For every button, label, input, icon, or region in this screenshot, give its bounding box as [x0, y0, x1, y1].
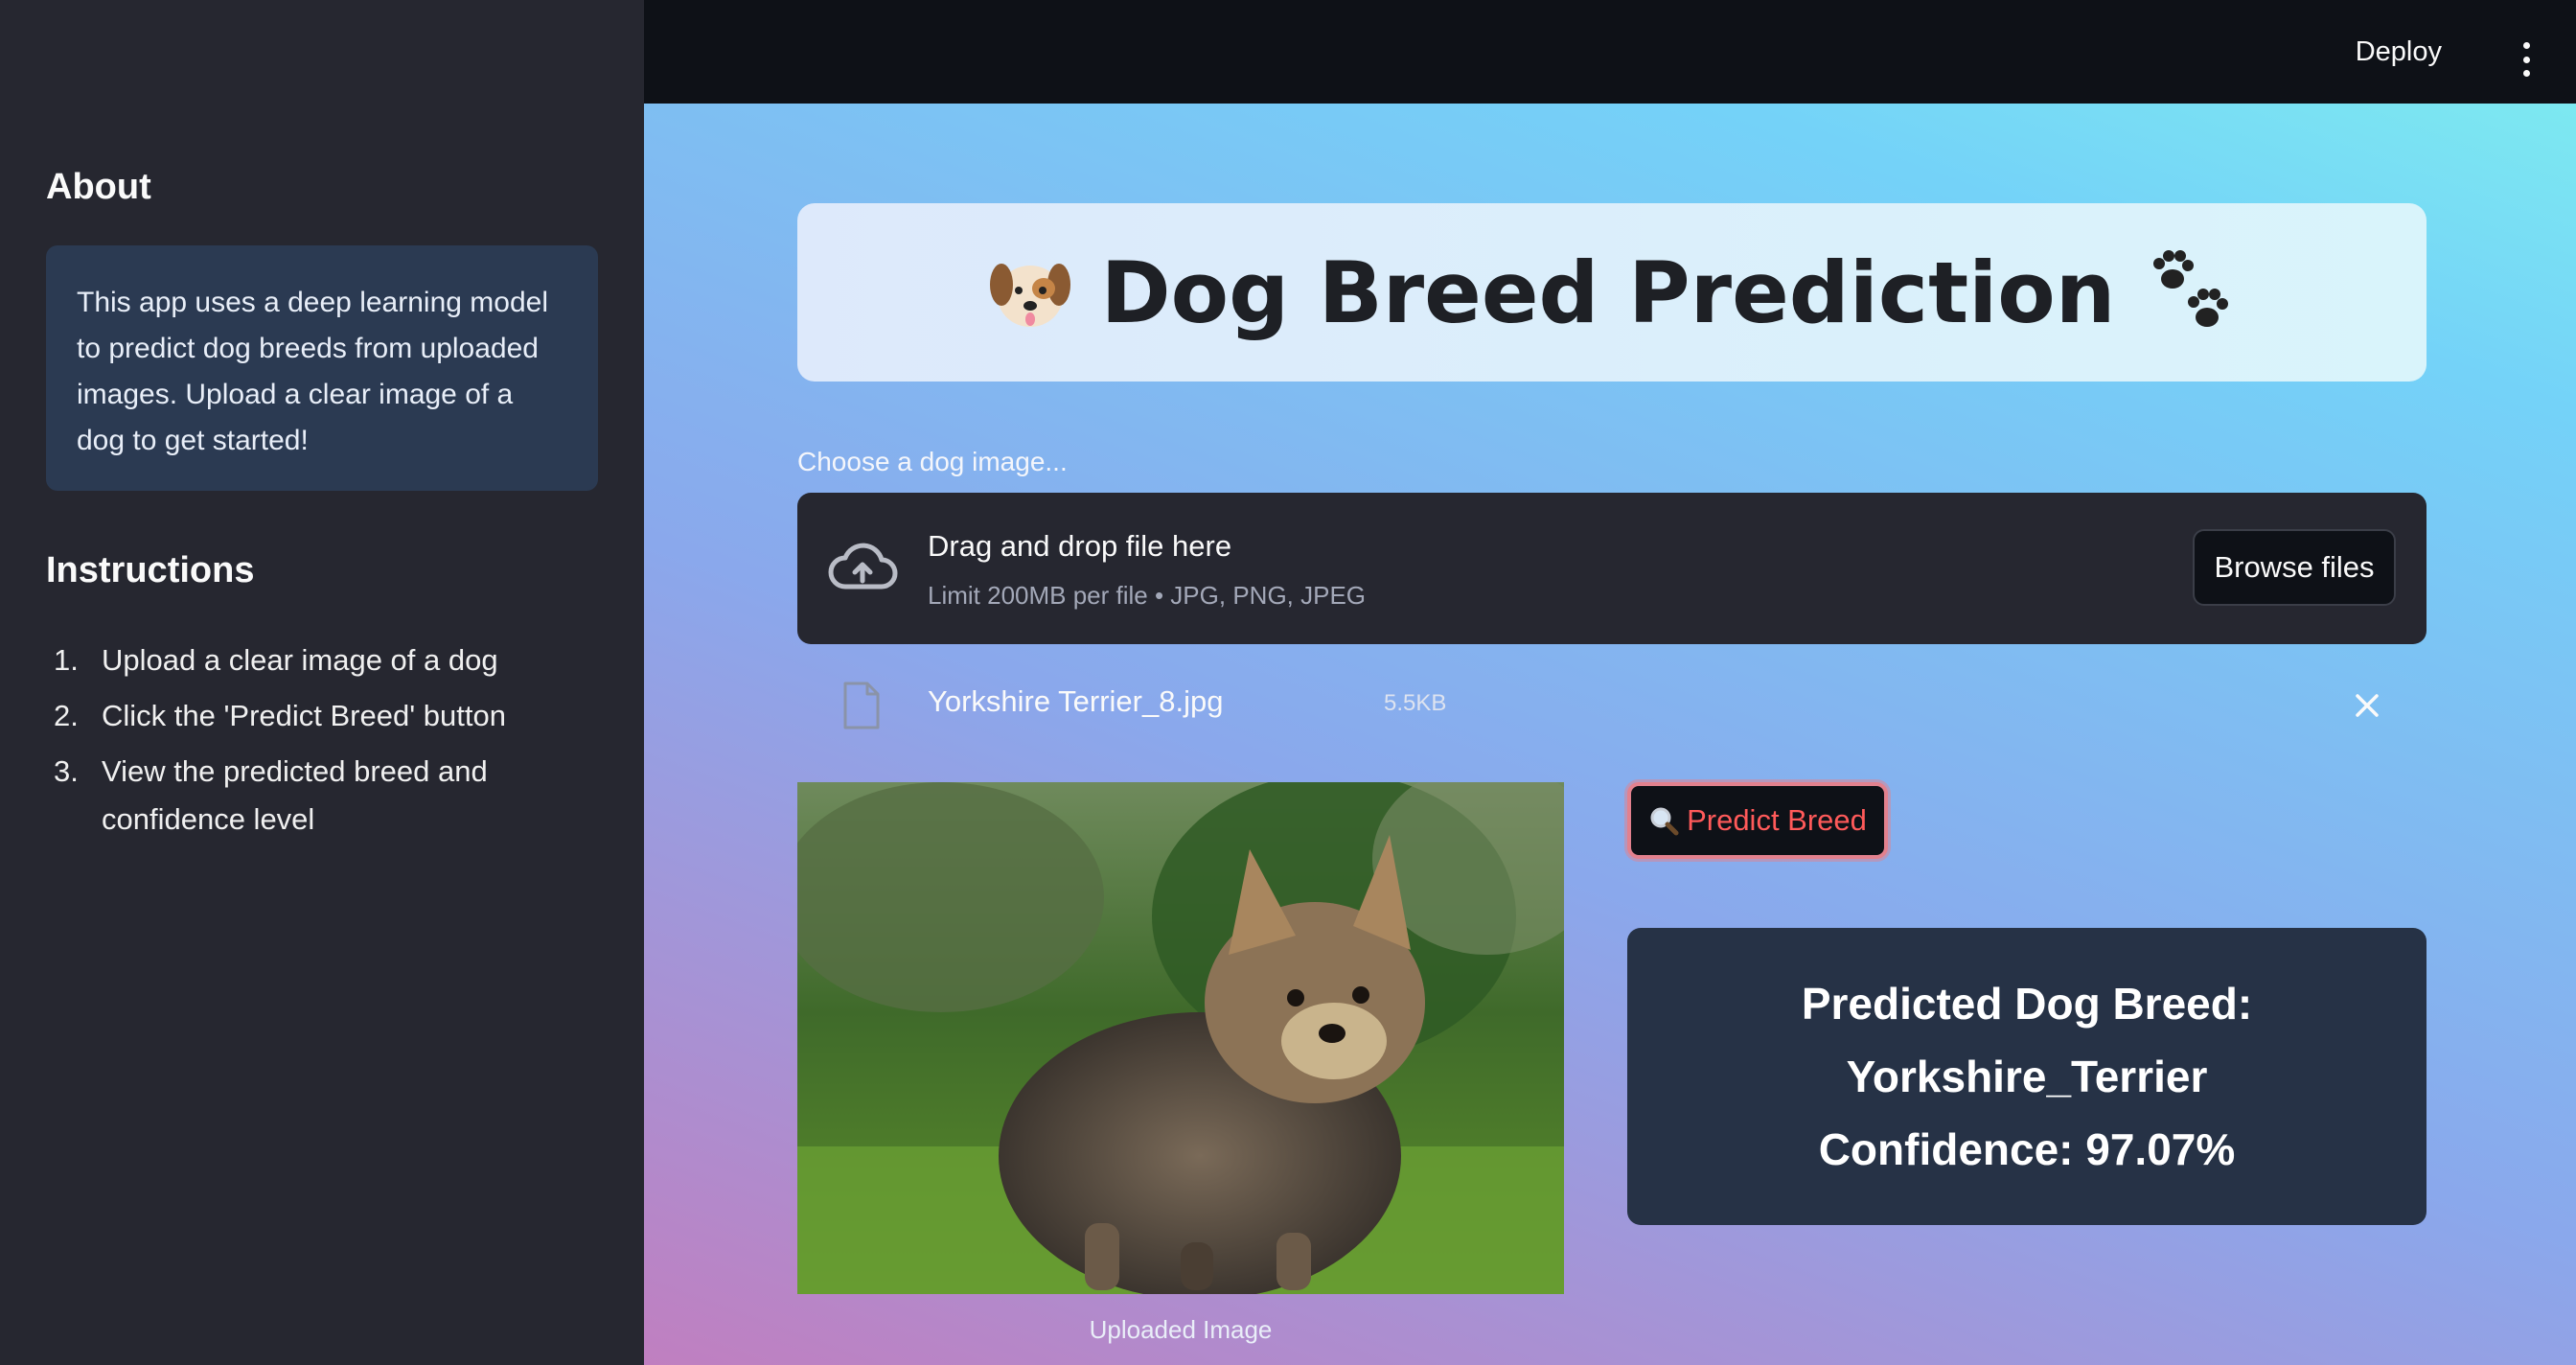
- about-heading: About: [46, 167, 151, 207]
- instruction-number: 2.: [54, 699, 79, 732]
- main-content: Deploy Dog Breed Prediction Choose a dog: [644, 0, 2576, 1365]
- about-info-box: This app uses a deep learning model to p…: [46, 245, 598, 491]
- paw-prints-icon: [2153, 250, 2229, 327]
- vertical-dots-icon[interactable]: [2515, 42, 2538, 77]
- result-breed: Yorkshire_Terrier: [1846, 1052, 2208, 1101]
- file-size: 5.5KB: [1384, 690, 1447, 716]
- title-banner: Dog Breed Prediction: [797, 203, 2426, 382]
- sidebar: About This app uses a deep learning mode…: [0, 0, 644, 1365]
- dog-face-icon: [989, 264, 1070, 327]
- uploaded-file-row: Yorkshire Terrier_8.jpg 5.5KB: [797, 671, 2426, 740]
- instruction-item: 3. View the predicted breed and confiden…: [54, 748, 590, 844]
- instructions-list: 1. Upload a clear image of a dog 2. Clic…: [54, 636, 590, 851]
- file-icon: [843, 682, 880, 729]
- file-name: Yorkshire Terrier_8.jpg: [928, 684, 1224, 718]
- result-heading: Predicted Dog Breed:: [1801, 979, 2253, 1029]
- uploader-label: Choose a dog image...: [797, 447, 1068, 476]
- result-confidence: Confidence: 97.07%: [1818, 1124, 2236, 1174]
- instruction-text: View the predicted breed and confidence …: [102, 754, 488, 836]
- prediction-result-card: Predicted Dog Breed: Yorkshire_Terrier C…: [1627, 928, 2426, 1225]
- uploaded-dog-image: [797, 782, 1564, 1294]
- instruction-item: 2. Click the 'Predict Breed' button: [54, 692, 590, 740]
- instruction-number: 3.: [54, 754, 79, 788]
- instructions-heading: Instructions: [46, 550, 255, 590]
- magnifier-icon: [1650, 807, 1679, 836]
- dropzone-instructions: Drag and drop file here: [928, 529, 1232, 563]
- image-caption: Uploaded Image: [1089, 1315, 1273, 1344]
- file-dropzone[interactable]: Drag and drop file here Limit 200MB per …: [797, 493, 2426, 644]
- dropzone-limit: Limit 200MB per file • JPG, PNG, JPEG: [928, 581, 1367, 610]
- top-toolbar: Deploy: [644, 0, 2576, 104]
- instruction-text: Click the 'Predict Breed' button: [102, 699, 506, 732]
- close-icon[interactable]: [2354, 692, 2380, 719]
- instruction-text: Upload a clear image of a dog: [102, 643, 498, 677]
- instruction-item: 1. Upload a clear image of a dog: [54, 636, 590, 684]
- browse-files-button[interactable]: Browse files: [2193, 529, 2396, 606]
- predict-breed-label: Predict Breed: [1687, 803, 1867, 837]
- about-text: This app uses a deep learning model to p…: [77, 287, 548, 456]
- predict-breed-button[interactable]: Predict Breed: [1627, 782, 1888, 859]
- page-title: Dog Breed Prediction: [1100, 243, 2116, 342]
- cloud-upload-icon: [828, 543, 898, 590]
- instruction-number: 1.: [54, 643, 79, 677]
- deploy-button[interactable]: Deploy: [2356, 36, 2442, 68]
